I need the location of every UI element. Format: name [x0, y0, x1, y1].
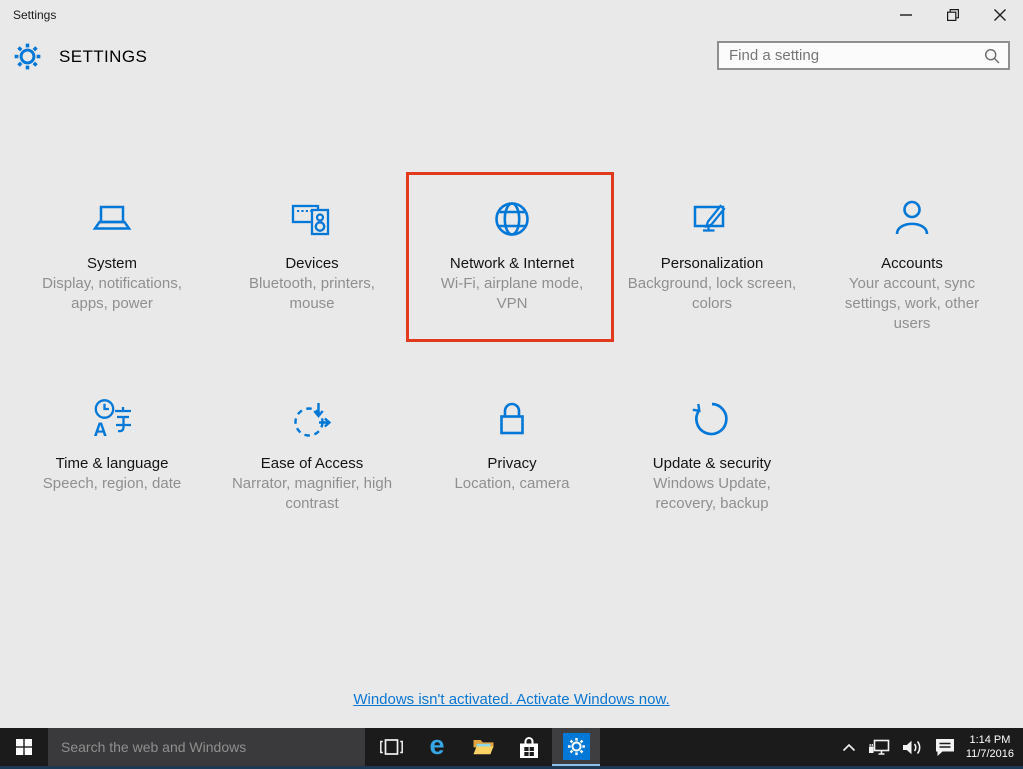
close-button[interactable] — [976, 0, 1023, 30]
tile-subtitle: Background, lock screen, colors — [626, 274, 798, 314]
tray-chevron-button[interactable] — [836, 743, 862, 752]
find-setting-input[interactable] — [719, 43, 984, 68]
clock-date: 11/7/2016 — [966, 747, 1014, 761]
tiles-row-2: A Time & language Speech, region, date E… — [12, 372, 812, 548]
tile-update-security[interactable]: Update & security Windows Update, recove… — [612, 372, 812, 548]
tray-volume-button[interactable] — [896, 739, 929, 756]
store-icon — [517, 736, 541, 759]
tile-title: Devices — [212, 255, 412, 272]
laptop-icon — [12, 195, 212, 243]
tile-network-internet[interactable]: Network & Internet Wi-Fi, airplane mode,… — [412, 172, 612, 348]
find-setting-searchbox[interactable] — [717, 41, 1010, 70]
taskbar-search-input[interactable] — [48, 728, 365, 766]
tiles-row-1: System Display, notifications, apps, pow… — [12, 172, 1012, 348]
taskbar-clock[interactable]: 1:14 PM 11/7/2016 — [966, 733, 1014, 761]
update-security-icon — [612, 395, 812, 443]
settings-icon — [563, 733, 590, 760]
tile-subtitle: Speech, region, date — [26, 474, 198, 494]
devices-icon — [212, 195, 412, 243]
tile-subtitle: Windows Update, recovery, backup — [626, 474, 798, 514]
activation-message: Windows isn't activated. Activate Window… — [0, 691, 1023, 708]
volume-icon — [902, 739, 923, 756]
tile-privacy[interactable]: Privacy Location, camera — [412, 372, 612, 548]
tile-title: Network & Internet — [412, 255, 612, 272]
tile-system[interactable]: System Display, notifications, apps, pow… — [12, 172, 212, 348]
activate-windows-link[interactable]: Windows isn't activated. Activate Window… — [353, 691, 669, 708]
tile-title: Time & language — [12, 455, 212, 472]
window-controls — [882, 0, 1023, 30]
task-view-button[interactable] — [368, 728, 414, 766]
action-center-button[interactable] — [929, 738, 961, 757]
privacy-lock-icon — [412, 395, 612, 443]
window-title: Settings — [13, 8, 56, 22]
start-icon — [16, 739, 32, 755]
edge-icon: e — [429, 732, 444, 759]
page-title: SETTINGS — [59, 47, 147, 67]
tile-subtitle: Your account, sync settings, work, other… — [826, 274, 998, 334]
system-tray: 1:14 PM 11/7/2016 — [836, 728, 1023, 766]
file-explorer-icon — [473, 739, 494, 755]
tray-network-button[interactable] — [862, 739, 896, 756]
tile-personalization[interactable]: Personalization Background, lock screen,… — [612, 172, 812, 348]
tile-title: Update & security — [612, 455, 812, 472]
globe-icon — [412, 195, 612, 243]
network-icon — [868, 739, 890, 756]
personalization-icon — [612, 195, 812, 243]
tile-title: Personalization — [612, 255, 812, 272]
task-view-icon — [380, 738, 403, 756]
chevron-up-icon — [842, 743, 856, 752]
tile-subtitle: Location, camera — [426, 474, 598, 494]
store-button[interactable] — [506, 728, 552, 766]
action-center-icon — [935, 738, 955, 757]
search-icon — [984, 48, 1000, 64]
tile-time-language[interactable]: A Time & language Speech, region, date — [12, 372, 212, 548]
restore-icon — [947, 9, 959, 21]
minimize-icon — [900, 14, 912, 16]
clock-time: 1:14 PM — [966, 733, 1014, 747]
taskbar-searchbox[interactable] — [48, 728, 365, 766]
tile-accounts[interactable]: Accounts Your account, sync settings, wo… — [812, 172, 1012, 348]
tile-subtitle: Display, notifications, apps, power — [26, 274, 198, 314]
svg-text:A: A — [94, 420, 108, 441]
edge-button[interactable]: e — [414, 728, 460, 766]
tile-title: Privacy — [412, 455, 612, 472]
tile-devices[interactable]: Devices Bluetooth, printers, mouse — [212, 172, 412, 348]
tile-title: System — [12, 255, 212, 272]
start-button[interactable] — [0, 728, 48, 766]
tile-subtitle: Wi-Fi, airplane mode, VPN — [426, 274, 598, 314]
restore-button[interactable] — [929, 0, 976, 30]
time-language-icon: A — [12, 395, 212, 443]
tile-subtitle: Bluetooth, printers, mouse — [226, 274, 398, 314]
settings-app-button[interactable] — [552, 728, 600, 766]
tile-subtitle: Narrator, magnifier, high contrast — [226, 474, 398, 514]
taskbar: e — [0, 728, 1023, 766]
tile-title: Ease of Access — [212, 455, 412, 472]
accounts-icon — [812, 195, 1012, 243]
file-explorer-button[interactable] — [460, 728, 506, 766]
tile-title: Accounts — [812, 255, 1012, 272]
settings-gear-icon — [13, 42, 42, 71]
minimize-button[interactable] — [882, 0, 929, 30]
close-icon — [994, 9, 1006, 21]
ease-of-access-icon — [212, 395, 412, 443]
taskbar-app-icons: e — [368, 728, 600, 766]
tile-ease-of-access[interactable]: Ease of Access Narrator, magnifier, high… — [212, 372, 412, 548]
